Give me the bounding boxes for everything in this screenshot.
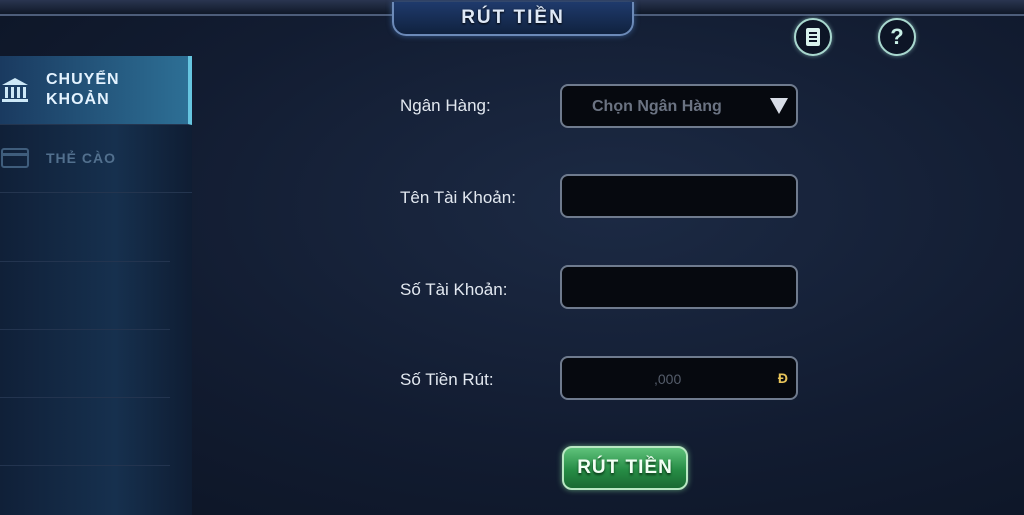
currency-icon: Đ [777,370,788,386]
sidebar-divider [0,397,170,398]
sidebar-item-label: CHUYỂN KHOẢN [46,70,120,110]
history-button[interactable] [794,18,832,56]
bank-label: Ngân Hàng: [400,96,491,115]
help-button[interactable]: ? [878,18,916,56]
account-number-label: Số Tài Khoản: [400,280,508,299]
sidebar-item-the-cao[interactable]: THẺ CÀO [0,124,192,193]
account-number-field[interactable] [560,265,798,309]
account-name-label: Tên Tài Khoản: [400,188,516,207]
sidebar-item-chuyen-khoan[interactable]: CHUYỂN KHOẢN [0,56,192,125]
sidebar-divider [0,329,170,330]
document-icon [805,27,821,47]
amount-field[interactable]: ,000 Đ [560,356,798,400]
title-plate: RÚT TIỀN [392,2,634,36]
sidebar: CHUYỂN KHOẢN THẺ CÀO [0,56,192,515]
sidebar-divider [0,261,170,262]
card-icon [0,144,30,172]
dropdown-arrow-icon [770,98,788,114]
account-name-field[interactable] [560,174,798,218]
withdraw-button-label: RÚT TIỀN [577,457,673,478]
bank-select[interactable]: Chọn Ngân Hàng [560,84,798,128]
page-title: RÚT TIỀN [461,7,565,28]
amount-label: Số Tiền Rút: [400,370,494,389]
sidebar-item-label: THẺ CÀO [46,150,116,166]
amount-placeholder: ,000 [654,371,682,387]
bank-select-value: Chọn Ngân Hàng [592,98,722,115]
withdraw-button[interactable]: RÚT TIỀN [562,446,688,490]
sidebar-label-line2: KHOẢN [46,91,110,108]
question-icon: ? [890,24,904,49]
withdraw-panel: RÚT TIỀN ? CHUYỂN KHOẢN THẺ CÀO Ngân Hàn… [0,0,1024,515]
bank-icon [0,76,30,104]
sidebar-label-line1: CHUYỂN [46,71,120,88]
sidebar-divider [0,465,170,466]
